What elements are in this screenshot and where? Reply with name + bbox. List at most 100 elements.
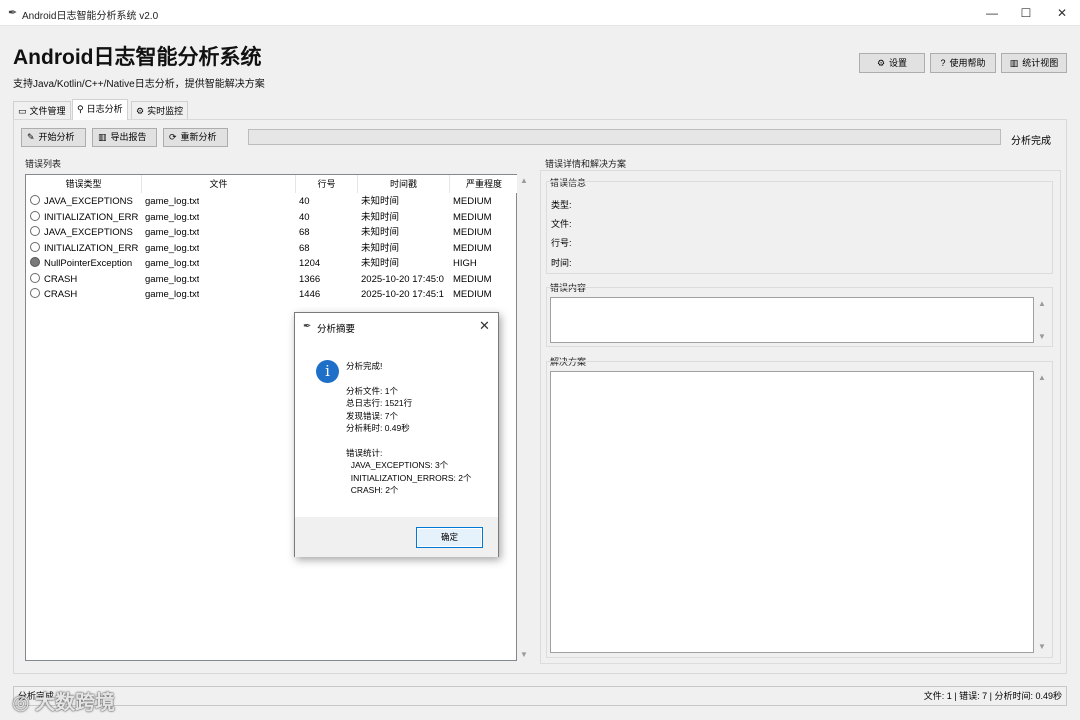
app-title: Android日志智能分析系统 [13, 46, 262, 69]
row-radio-icon[interactable] [30, 257, 40, 267]
cell-severity: HIGH [453, 258, 477, 269]
cell-timestamp: 未知时间 [361, 258, 400, 269]
scroll-down-arrow[interactable]: ▼ [1035, 332, 1049, 341]
cell-type-text: CRASH [44, 289, 78, 300]
settings-button[interactable]: ⚙ 设置 [859, 53, 925, 73]
tab-realtime-monitor[interactable]: ⚙ 实时监控 [131, 101, 189, 120]
tab-file-management[interactable]: ▭ 文件管理 [13, 101, 71, 120]
dialog-close-button[interactable]: ✕ [479, 318, 490, 334]
cell-line: 1204 [299, 258, 321, 269]
progress-status: 分析完成 [1011, 136, 1051, 147]
cell-type-text: JAVA_EXCEPTIONS [44, 196, 133, 207]
error-content-text[interactable] [550, 297, 1034, 343]
cell-timestamp: 未知时间 [361, 242, 400, 254]
row-radio-icon[interactable] [30, 210, 40, 221]
time-label: 时间: [551, 258, 572, 268]
stats-view-label: 统计视图 [1022, 58, 1059, 68]
cell-type: JAVA_EXCEPTIONS [30, 194, 140, 209]
cell-type: CRASH [30, 287, 140, 302]
cell-severity: MEDIUM [453, 242, 492, 254]
start-analysis-button[interactable]: ✎ 开始分析 [21, 128, 86, 147]
minimize-button[interactable]: — [974, 0, 1010, 26]
dialog-footer: 确定 [295, 517, 498, 557]
cell-line: 68 [299, 227, 310, 238]
solution-scrollbar[interactable]: ▲ ▼ [1035, 371, 1049, 653]
cell-timestamp: 未知时间 [361, 227, 400, 238]
row-radio-icon[interactable] [30, 288, 40, 298]
type-label: 类型: [551, 200, 572, 210]
table-row[interactable]: CRASH game_log.txt 1366 2025-10-20 17:45:0 M… [26, 272, 518, 287]
chart-icon: ▥ [1009, 58, 1019, 68]
column-header-severity[interactable]: 严重程度 [450, 175, 518, 193]
cell-type: CRASH [30, 272, 140, 287]
cell-line: 1366 [299, 273, 321, 285]
table-row[interactable]: INITIALIZATION_ERR game_log.txt 68 未知时间 MEDI… [26, 241, 518, 256]
cell-type-text: NullPointerException [44, 258, 133, 269]
status-right-text: 文件: 1 | 错误: 7 | 分析时间: 0.49秒 [923, 691, 1062, 701]
analysis-progress-bar [248, 129, 1001, 145]
cell-timestamp: 未知时间 [361, 196, 400, 207]
column-header-line[interactable]: 行号 [296, 175, 358, 193]
export-report-button[interactable]: ▥ 导出报告 [92, 128, 157, 147]
help-icon: ? [940, 58, 946, 68]
reanalyze-button[interactable]: ⟳ 重新分析 [163, 128, 228, 147]
monitor-icon: ⚙ [136, 106, 145, 116]
gear-icon: ⚙ [876, 58, 886, 68]
solution-text[interactable] [550, 371, 1034, 653]
table-row[interactable]: JAVA_EXCEPTIONS game_log.txt 40 未知时间 MEDIUM [26, 194, 518, 209]
settings-label: 设置 [889, 58, 908, 68]
table-row[interactable]: JAVA_EXCEPTIONS game_log.txt 68 未知时间 MEDIUM [26, 225, 518, 240]
cell-timestamp: 2025-10-20 17:45:1 [361, 289, 444, 300]
table-row[interactable]: CRASH game_log.txt 1446 2025-10-20 17:45:1 M… [26, 287, 518, 302]
ok-button[interactable]: 确定 [416, 527, 483, 548]
analysis-summary-dialog: ✒ 分析摘要 ✕ i 分析完成! 分析文件: 1个 总日志行: 1521行 发现… [294, 312, 499, 557]
cell-type: JAVA_EXCEPTIONS [30, 225, 140, 240]
table-row[interactable]: NullPointerException game_log.txt 1204 未知时间… [26, 256, 518, 271]
cell-type: INITIALIZATION_ERR [30, 210, 140, 225]
column-header-file[interactable]: 文件 [142, 175, 296, 193]
cell-line: 40 [299, 211, 310, 223]
file-label: 文件: [551, 219, 572, 229]
cell-type-text: CRASH [44, 273, 78, 285]
help-button[interactable]: ? 使用帮助 [930, 53, 996, 73]
folder-icon: ▭ [18, 106, 27, 116]
error-list-scrollbar[interactable]: ▲ ▼ [517, 174, 531, 661]
cell-file: game_log.txt [145, 211, 200, 223]
feather-icon: ✒ [303, 321, 312, 332]
scroll-down-arrow[interactable]: ▼ [517, 650, 531, 659]
cell-severity: MEDIUM [453, 289, 492, 300]
cell-severity: MEDIUM [453, 227, 492, 238]
dialog-message: 分析完成! 分析文件: 1个 总日志行: 1521行 发现错误: 7个 分析耗时… [346, 361, 472, 496]
scroll-up-arrow[interactable]: ▲ [517, 176, 531, 185]
dialog-title: 分析摘要 [317, 324, 356, 335]
app-subtitle: 支持Java/Kotlin/C++/Native日志分析，提供智能解决方案 [13, 79, 265, 90]
stats-view-button[interactable]: ▥ 统计视图 [1001, 53, 1067, 73]
cell-file: game_log.txt [145, 289, 200, 300]
column-header-timestamp[interactable]: 时间戳 [358, 175, 450, 193]
cell-type-text: INITIALIZATION_ERR [44, 211, 139, 223]
scroll-up-arrow[interactable]: ▲ [1035, 373, 1049, 382]
error-content-scrollbar[interactable]: ▲ ▼ [1035, 297, 1049, 343]
cell-file: game_log.txt [145, 242, 200, 254]
cell-line: 40 [299, 196, 310, 207]
table-row[interactable]: INITIALIZATION_ERR game_log.txt 40 未知时间 MEDI… [26, 210, 518, 225]
cell-type: NullPointerException [30, 256, 140, 271]
maximize-button[interactable]: ☐ [1008, 0, 1044, 26]
cell-type-text: JAVA_EXCEPTIONS [44, 227, 133, 238]
row-radio-icon[interactable] [30, 241, 40, 252]
cell-timestamp: 未知时间 [361, 211, 400, 223]
close-window-button[interactable]: ✕ [1044, 0, 1080, 26]
refresh-icon: ⟳ [169, 132, 177, 142]
cell-line: 1446 [299, 289, 321, 300]
cell-file: game_log.txt [145, 196, 200, 207]
tab-log-analysis[interactable]: ⚲ 日志分析 [72, 99, 128, 120]
row-radio-icon[interactable] [30, 272, 40, 283]
row-radio-icon[interactable] [30, 226, 40, 236]
scroll-down-arrow[interactable]: ▼ [1035, 642, 1049, 651]
row-radio-icon[interactable] [30, 195, 40, 205]
cell-type-text: INITIALIZATION_ERR [44, 242, 139, 254]
help-label: 使用帮助 [949, 58, 986, 68]
scroll-up-arrow[interactable]: ▲ [1035, 299, 1049, 308]
column-header-type[interactable]: 错误类型 [26, 175, 142, 193]
error-info-group [546, 181, 1053, 274]
